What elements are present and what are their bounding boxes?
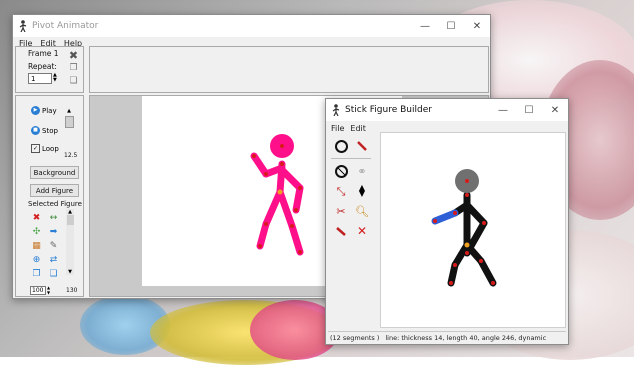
black-stick-figure[interactable] (381, 133, 565, 327)
static-segment-tool-icon[interactable]: ⤡ (334, 184, 348, 198)
move-up-down-tool-icon[interactable]: ▲ ▼ (355, 184, 369, 198)
speed-value: 12.5 (64, 152, 78, 159)
maximize-button[interactable]: ☐ (438, 15, 464, 37)
opacity-spinner[interactable]: ▲ ▼ (47, 285, 52, 295)
paste-figure-icon[interactable]: ❏ (48, 269, 59, 280)
slider-thumb[interactable] (65, 116, 74, 128)
copy-frame-icon[interactable]: ❐ (68, 63, 79, 74)
opacity-value: 100 (32, 287, 44, 294)
delete-segment-icon[interactable]: ✕ (355, 224, 369, 238)
pivot-app-icon (332, 104, 340, 116)
pivot-app-icon (19, 20, 27, 32)
arrow-right-icon[interactable]: ➡ (48, 227, 59, 238)
frame-label: Frame 1 (28, 49, 59, 58)
status-segments: (12 segments ) (330, 333, 380, 342)
selected-figure-label: Selected Figure (28, 200, 82, 208)
zoom-tool-icon[interactable]: 🔍︎ (355, 204, 369, 218)
builder-minimize-button[interactable]: — (490, 99, 516, 121)
add-figure-button[interactable]: Add Figure (30, 184, 79, 197)
scrollbar-thumb[interactable] (66, 215, 74, 225)
repeat-spinner[interactable]: ▲ ▼ (53, 73, 59, 84)
builder-status-bar: (12 segments ) line: thickness 14, lengt… (328, 331, 566, 343)
builder-maximize-button[interactable]: ☐ (516, 99, 542, 121)
center-figure-icon[interactable]: ⊕ (31, 255, 42, 266)
repeat-value: 1 (31, 74, 36, 83)
stop-label: Stop (42, 126, 58, 135)
loop-checkbox[interactable]: ✓ Loop (31, 144, 59, 153)
status-info: line: thickness 14, length 40, angle 246… (385, 333, 547, 342)
minimize-button[interactable]: — (412, 15, 438, 37)
stick-figure-builder-window: Stick Figure Builder — ☐ ✕ File Edit ⚭ ⤡… (325, 98, 569, 345)
builder-titlebar: Stick Figure Builder — ☐ ✕ (326, 99, 568, 121)
scale-figure-icon[interactable]: ✣ (31, 227, 42, 238)
builder-menu-edit[interactable]: Edit (350, 124, 366, 133)
close-button[interactable]: ✕ (464, 15, 490, 37)
builder-toolbar: ⚭ ⤡ ▲ ▼ ✂ 🔍︎ ✕ (329, 137, 375, 287)
controls-panel: ▶ Play ■ Stop ✓ Loop ▲ 12.5 Background A… (15, 95, 84, 297)
add-line-tool-icon[interactable] (355, 139, 369, 153)
toggle-circle-tool-icon[interactable] (334, 164, 348, 178)
loop-label: Loop (42, 144, 59, 153)
cut-segment-tool-icon[interactable]: ✂ (334, 204, 348, 218)
delete-figure-icon[interactable]: ✖ (31, 213, 42, 224)
opacity-input[interactable]: 100 (30, 286, 46, 295)
play-icon: ▶ (31, 106, 40, 115)
frames-strip (89, 46, 489, 93)
paste-frame-icon[interactable]: ❏ (68, 76, 79, 87)
add-circle-tool-icon[interactable] (334, 139, 348, 153)
builder-close-button[interactable]: ✕ (542, 99, 568, 121)
flip-figure-icon[interactable]: ↔ (48, 213, 59, 224)
repeat-input[interactable]: 1 (28, 73, 52, 84)
figure-list-scrollbar[interactable]: ▲ ▼ (66, 209, 74, 275)
join-figure-icon[interactable]: ⇄ (48, 255, 59, 266)
main-titlebar: Pivot Animator — ☐ ✕ (13, 15, 490, 37)
duplicate-tool-icon[interactable]: ⚭ (355, 164, 369, 178)
background-button[interactable]: Background (30, 166, 79, 179)
delete-frame-icon[interactable]: ✖ (68, 50, 79, 61)
color-figure-icon[interactable]: ▦ (31, 241, 42, 252)
stop-button[interactable]: ■ Stop (31, 126, 58, 135)
toolbar-separator (331, 158, 371, 159)
line-style-tool-icon[interactable] (334, 224, 348, 238)
speed-slider[interactable]: ▲ (65, 108, 74, 156)
copy-figure-icon[interactable]: ❐ (31, 269, 42, 280)
builder-canvas[interactable] (380, 132, 566, 328)
frame-panel: Frame 1 Repeat: 1 ▲ ▼ ✖ ❐ ❏ (15, 46, 84, 93)
play-button[interactable]: ▶ Play (31, 106, 57, 115)
main-window-title: Pivot Animator (32, 21, 99, 31)
builder-window-title: Stick Figure Builder (345, 105, 432, 115)
frame-count-value: 130 (66, 287, 78, 294)
builder-menu-file[interactable]: File (331, 124, 344, 133)
stop-icon: ■ (31, 126, 40, 135)
play-label: Play (42, 106, 57, 115)
edit-figure-icon[interactable]: ✎ (48, 241, 59, 252)
slider-up-icon: ▲ (67, 108, 71, 114)
checkbox-checked-icon: ✓ (31, 144, 40, 153)
repeat-label: Repeat: (28, 62, 57, 71)
